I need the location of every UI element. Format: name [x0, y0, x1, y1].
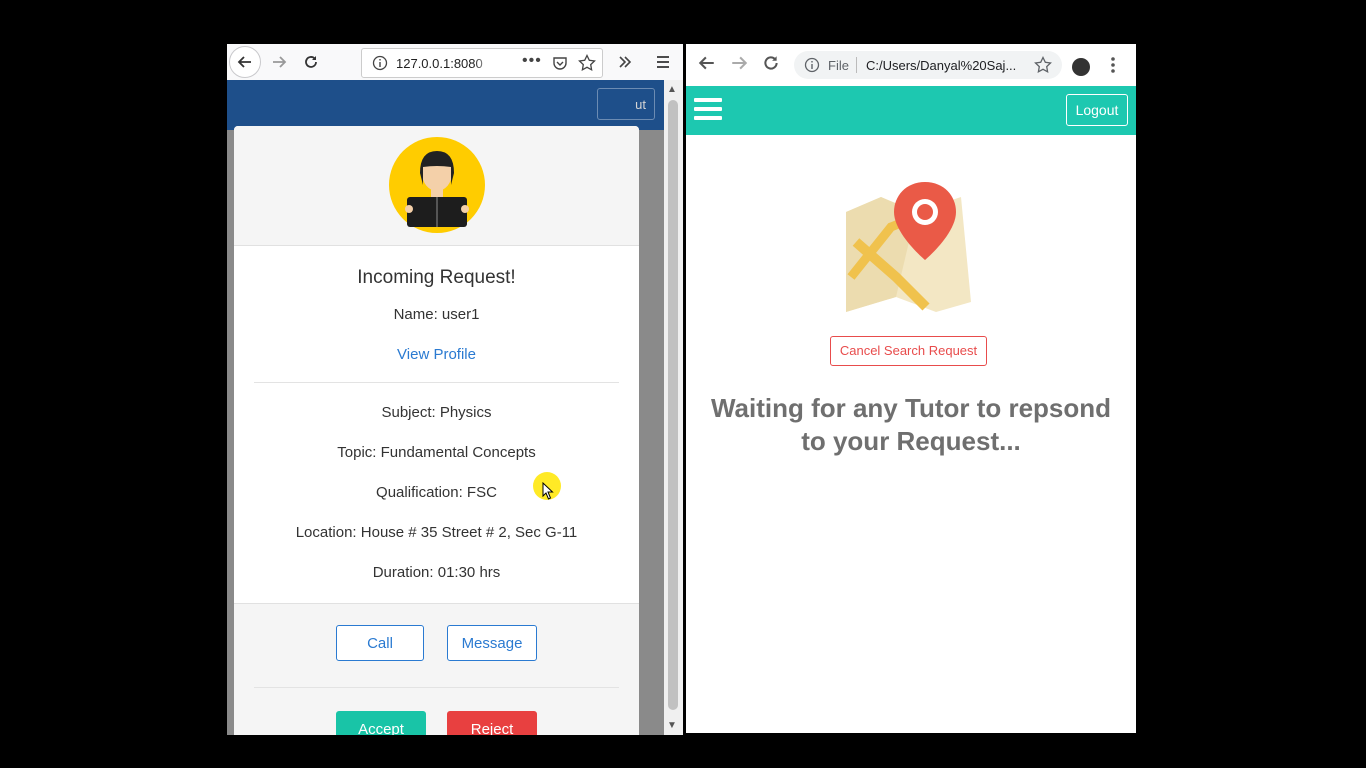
left-page-content: ut Incoming Request! Name: user1 View Pr… — [227, 80, 664, 735]
pocket-icon[interactable] — [552, 55, 568, 71]
modal-header — [234, 126, 639, 246]
waiting-line-2: to your Request... — [801, 426, 1021, 456]
reject-button[interactable]: Reject — [447, 711, 537, 735]
request-title: Incoming Request! — [357, 267, 516, 288]
view-profile-link[interactable]: View Profile — [234, 346, 639, 363]
detail-duration: Duration: 01:30 hrs — [372, 564, 501, 581]
logout-button[interactable]: Logout — [1066, 94, 1128, 126]
detail-subject: Subject: Physics — [381, 404, 492, 421]
hamburger-icon[interactable] — [694, 98, 722, 122]
scroll-down-icon[interactable]: ▼ — [667, 720, 677, 731]
back-button[interactable] — [229, 46, 261, 78]
firefox-toolbar: 127.0.0.1:8080 ••• — [227, 44, 683, 81]
reload-button[interactable] — [297, 48, 325, 76]
waiting-line-1: Waiting for any Tutor to repsond — [710, 393, 1112, 423]
menu-icon — [657, 56, 669, 68]
reload-icon[interactable] — [762, 54, 780, 72]
forward-icon[interactable] — [730, 54, 748, 72]
detail-topic: Topic: Fundamental Concepts — [337, 444, 536, 461]
left-browser-window: 127.0.0.1:8080 ••• ut Incoming Request! … — [227, 44, 683, 735]
requester-name: Name: user1 — [393, 306, 480, 323]
accept-button[interactable]: Accept — [336, 711, 426, 735]
call-button[interactable]: Call — [336, 625, 424, 661]
info-icon[interactable] — [372, 55, 388, 71]
page-actions-more-icon[interactable]: ••• — [522, 52, 542, 70]
menu-button[interactable] — [649, 48, 677, 76]
back-icon — [237, 56, 251, 68]
profile-avatar[interactable] — [1072, 58, 1090, 76]
page-logout-button[interactable]: ut — [597, 88, 655, 120]
cancel-search-request-button[interactable]: Cancel Search Request — [830, 336, 987, 366]
forward-icon — [273, 56, 287, 68]
chrome-toolbar: File C:/Users/Danyal%20Saj... — [686, 44, 1136, 87]
file-label: File — [828, 58, 849, 73]
right-browser-window: File C:/Users/Danyal%20Saj... Logout Can… — [686, 44, 1136, 733]
omnibox[interactable]: File C:/Users/Danyal%20Saj... — [794, 51, 1062, 79]
forward-button[interactable] — [265, 48, 293, 76]
url-bar[interactable]: 127.0.0.1:8080 ••• — [361, 48, 603, 78]
back-icon[interactable] — [698, 54, 716, 72]
divider — [254, 382, 619, 383]
overflow-button[interactable] — [611, 48, 639, 76]
footer-divider — [254, 687, 619, 688]
map-pin-icon — [846, 182, 971, 312]
detail-location: Location: House # 35 Street # 2, Sec G-1… — [295, 524, 578, 541]
star-icon[interactable] — [578, 54, 596, 72]
scrollbar[interactable]: ▲ ▼ — [664, 80, 683, 735]
mouse-cursor-icon — [542, 482, 554, 500]
reload-icon — [305, 56, 317, 68]
student-avatar — [389, 137, 485, 233]
info-icon[interactable] — [804, 57, 820, 73]
url-text: C:/Users/Danyal%20Saj... — [866, 58, 1017, 73]
scrollbar-thumb[interactable] — [668, 100, 678, 710]
modal-footer: Call Message Accept Reject — [234, 603, 639, 735]
incoming-request-modal: Incoming Request! Name: user1 View Profi… — [234, 126, 639, 735]
star-icon[interactable] — [1034, 56, 1052, 74]
app-navbar: Logout — [686, 86, 1136, 135]
message-button[interactable]: Message — [447, 625, 537, 661]
detail-qualification: Qualification: FSC — [376, 484, 497, 501]
scroll-up-icon[interactable]: ▲ — [667, 84, 677, 95]
more-icon[interactable] — [1110, 56, 1116, 74]
page-navbar: ut — [227, 80, 664, 130]
waiting-message: Waiting for any Tutor to repsond to your… — [686, 392, 1136, 458]
overflow-icon — [619, 56, 632, 68]
